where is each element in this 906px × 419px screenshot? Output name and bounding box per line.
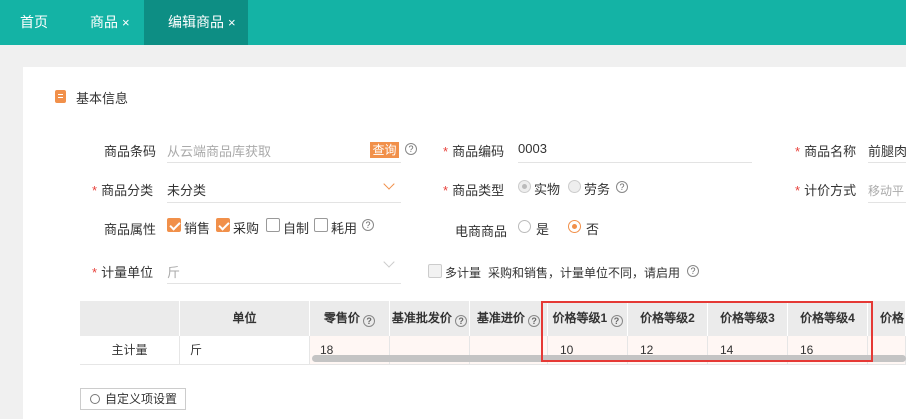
ecommerce-label: 电商商品	[455, 224, 508, 239]
unit-label: * 计量单位	[92, 265, 154, 280]
product-code-underline	[518, 162, 752, 163]
multi-unit-label: 多计量	[445, 266, 482, 280]
tab-home[interactable]: 首页	[14, 0, 54, 45]
help-icon[interactable]: ?	[363, 315, 376, 327]
multi-unit-note: 采购和销售，计量单位不同，请启用	[488, 266, 681, 280]
content-card	[23, 67, 906, 419]
table-cell-unit[interactable]: 斤	[180, 336, 310, 365]
custom-fields-button[interactable]: 自定义项设置	[80, 388, 186, 410]
section-title: 基本信息	[76, 91, 129, 106]
table-header-price-level-5: 价格	[868, 301, 906, 336]
query-button[interactable]: 查询	[370, 142, 399, 158]
radio-service-label: 劳务	[584, 182, 611, 197]
product-code-label: * 商品编码	[443, 144, 505, 159]
gear-icon	[90, 394, 100, 404]
barcode-input[interactable]: 从云端商品库获取	[167, 141, 271, 160]
radio-ecommerce-no-label: 否	[586, 222, 600, 237]
pricing-method-label: * 计价方式	[795, 183, 857, 198]
radio-ecommerce-yes-label: 是	[536, 222, 550, 237]
category-underline	[167, 202, 401, 203]
unit-underline	[167, 283, 401, 284]
checkbox-self-made[interactable]	[266, 218, 280, 232]
checkbox-multi-unit[interactable]	[428, 264, 442, 278]
help-icon[interactable]: ?	[616, 181, 628, 193]
checkbox-sales[interactable]	[167, 218, 181, 232]
table-header-wholesale-price: 基准批发价 ?	[390, 301, 470, 336]
help-icon[interactable]: ?	[528, 315, 541, 327]
tab-edit-product[interactable]: 编辑商品 ×	[144, 0, 248, 45]
radio-ecommerce-no[interactable]	[568, 220, 581, 233]
help-icon[interactable]: ?	[687, 265, 699, 277]
table-header-unit: 单位	[180, 301, 310, 336]
checkbox-purchase[interactable]	[216, 218, 230, 232]
highlight-box	[541, 301, 873, 362]
product-name-underline	[868, 162, 906, 163]
table-header-retail-price: 零售价 ?	[310, 301, 390, 336]
help-icon[interactable]: ?	[405, 143, 417, 155]
help-icon[interactable]: ?	[362, 219, 374, 231]
pricing-method-underline	[868, 202, 906, 203]
document-icon	[55, 90, 66, 103]
unit-select[interactable]: 斤	[167, 262, 180, 281]
tab-bar: 首页 商品 × 编辑商品 ×	[0, 0, 906, 45]
checkbox-sales-label: 销售	[184, 221, 211, 236]
checkbox-consume[interactable]	[314, 218, 328, 232]
table-header-row-label	[80, 301, 180, 336]
close-icon[interactable]: ×	[122, 15, 130, 30]
attributes-label: 商品属性	[104, 222, 157, 237]
checkbox-purchase-label: 采购	[233, 221, 260, 236]
product-type-label: * 商品类型	[443, 183, 505, 198]
close-icon[interactable]: ×	[228, 15, 236, 30]
category-label: * 商品分类	[92, 183, 154, 198]
category-select[interactable]: 未分类	[167, 180, 206, 199]
barcode-label: 商品条码	[104, 144, 157, 159]
barcode-underline	[167, 162, 401, 163]
radio-ecommerce-yes[interactable]	[518, 220, 531, 233]
tab-products[interactable]: 商品 ×	[84, 0, 136, 45]
radio-physical-label: 实物	[534, 182, 561, 197]
checkbox-self-made-label: 自制	[283, 221, 310, 236]
radio-service[interactable]	[568, 180, 581, 193]
radio-physical[interactable]	[518, 180, 531, 193]
product-name-label: * 商品名称	[795, 144, 857, 159]
product-code-input[interactable]: 0003	[518, 141, 547, 156]
checkbox-consume-label: 耗用	[331, 221, 358, 236]
table-header-purchase-price: 基准进价 ?	[470, 301, 548, 336]
pricing-method-select[interactable]: 移动平	[868, 182, 904, 199]
table-cell-row-label: 主计量	[80, 336, 180, 365]
help-icon[interactable]: ?	[455, 315, 468, 327]
product-name-input[interactable]: 前腿肉	[868, 141, 906, 160]
